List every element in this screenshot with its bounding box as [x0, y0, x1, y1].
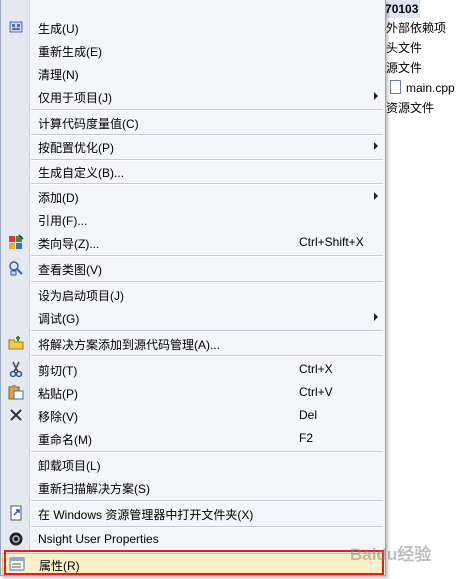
menu-item-remove[interactable]: 移除(V) Del [2, 404, 384, 427]
submenu-arrow-icon [374, 192, 378, 200]
menu-item-label: 按配置优化(P) [38, 141, 114, 155]
tree-item-resources[interactable]: 资源文件 [386, 99, 434, 117]
menu-item-label: 在 Windows 资源管理器中打开文件夹(X) [38, 508, 254, 522]
tree-item-main-cpp[interactable]: main.cpp [406, 79, 455, 97]
submenu-arrow-icon [374, 142, 378, 150]
menu-item-build-customizations[interactable]: 生成自定义(B)... [2, 160, 384, 183]
menu-item-shortcut: Del [299, 408, 318, 422]
menu-item-label: 生成(U) [38, 22, 79, 36]
tree-item-headers[interactable]: 头文件 [386, 39, 422, 57]
menu-item-references[interactable]: 引用(F)... [2, 208, 384, 231]
menu-item-label: 重新生成(E) [38, 45, 102, 59]
class-wizard-icon [8, 234, 24, 250]
selection-outline [4, 550, 384, 575]
menu-item-label: 卸载项目(L) [38, 459, 101, 473]
menu-item-label: 将解决方案添加到源代码管理(A)... [38, 338, 220, 352]
submenu-arrow-icon [374, 92, 378, 100]
menu-item-shortcut: Ctrl+V [299, 385, 333, 399]
context-menu: 生成(U) 重新生成(E) 清理(N) 仅用于项目(J) 计算代码度量值(C) … [0, 0, 386, 576]
nsight-icon [8, 531, 24, 547]
menu-item-label: Nsight User Properties [38, 532, 159, 546]
menu-item-label: 类向导(Z)... [38, 237, 100, 251]
menu-item-set-startup[interactable]: 设为启动项目(J) [2, 283, 384, 306]
cpp-file-icon [390, 80, 401, 94]
menu-item-rename[interactable]: 重命名(M) F2 [2, 427, 384, 450]
menu-item-label: 仅用于项目(J) [38, 91, 112, 105]
menu-item-rescan-solution[interactable]: 重新扫描解决方案(S) [2, 476, 384, 499]
watermark: Baidu经验 [350, 536, 460, 566]
tree-item-external-deps[interactable]: 外部依赖项 [386, 19, 446, 37]
menu-item-code-metrics[interactable]: 计算代码度量值(C) [2, 111, 384, 134]
menu-item-label: 调试(G) [38, 312, 80, 326]
menu-item-add[interactable]: 添加(D) [2, 185, 384, 208]
menu-item-cut[interactable]: 剪切(T) Ctrl+X [2, 358, 384, 381]
menu-item-label: 添加(D) [38, 191, 79, 205]
menu-item-label: 粘贴(P) [38, 387, 78, 401]
watermark-text: Baidu经验 [350, 545, 432, 564]
scissors-icon [8, 361, 24, 378]
class-diagram-icon [8, 260, 24, 276]
menu-item-view-class-diagram[interactable]: 查看类图(V) [2, 257, 384, 280]
menu-item-debug[interactable]: 调试(G) [2, 306, 384, 329]
menu-item-shortcut: Ctrl+X [299, 362, 333, 376]
remove-icon [8, 407, 24, 423]
menu-item-label: 移除(V) [38, 410, 78, 424]
menu-item-shortcut: Ctrl+Shift+X [299, 235, 364, 249]
menu-item-open-in-explorer[interactable]: 在 Windows 资源管理器中打开文件夹(X) [2, 502, 384, 525]
menu-item-rebuild[interactable]: 重新生成(E) [2, 39, 384, 62]
menu-item-label: 计算代码度量值(C) [38, 117, 139, 131]
menu-item-class-wizard[interactable]: 类向导(Z)... Ctrl+Shift+X [2, 231, 384, 254]
paste-icon [8, 384, 24, 400]
menu-item-paste[interactable]: 粘贴(P) Ctrl+V [2, 381, 384, 404]
menu-item-label: 设为启动项目(J) [38, 289, 124, 303]
menu-item-label: 剪切(T) [38, 364, 78, 378]
menu-item-project-only[interactable]: 仅用于项目(J) [2, 85, 384, 108]
menu-item-clean[interactable]: 清理(N) [2, 62, 384, 85]
tree-item-sources[interactable]: 源文件 [386, 59, 422, 77]
menu-item-label: 清理(N) [38, 68, 79, 82]
menu-item-shortcut: F2 [299, 431, 314, 445]
menu-item-nsight-properties[interactable]: Nsight User Properties [2, 528, 384, 551]
source-control-icon [8, 335, 24, 351]
menu-item-build[interactable]: 生成(U) [2, 16, 384, 39]
open-folder-icon [8, 505, 24, 521]
menu-item-label: 查看类图(V) [38, 263, 102, 277]
build-icon [8, 19, 24, 35]
menu-separator [31, 355, 383, 357]
menu-item-label: 生成自定义(B)... [38, 166, 124, 180]
menu-item-add-source-control[interactable]: 将解决方案添加到源代码管理(A)... [2, 332, 384, 355]
menu-item-label: 重新扫描解决方案(S) [38, 482, 150, 496]
menu-item-label: 引用(F)... [38, 214, 88, 228]
menu-item-label: 重命名(M) [38, 433, 92, 447]
menu-item-profile-guided[interactable]: 按配置优化(P) [2, 135, 384, 158]
menu-item-unload-project[interactable]: 卸载项目(L) [2, 453, 384, 476]
submenu-arrow-icon [374, 313, 378, 321]
